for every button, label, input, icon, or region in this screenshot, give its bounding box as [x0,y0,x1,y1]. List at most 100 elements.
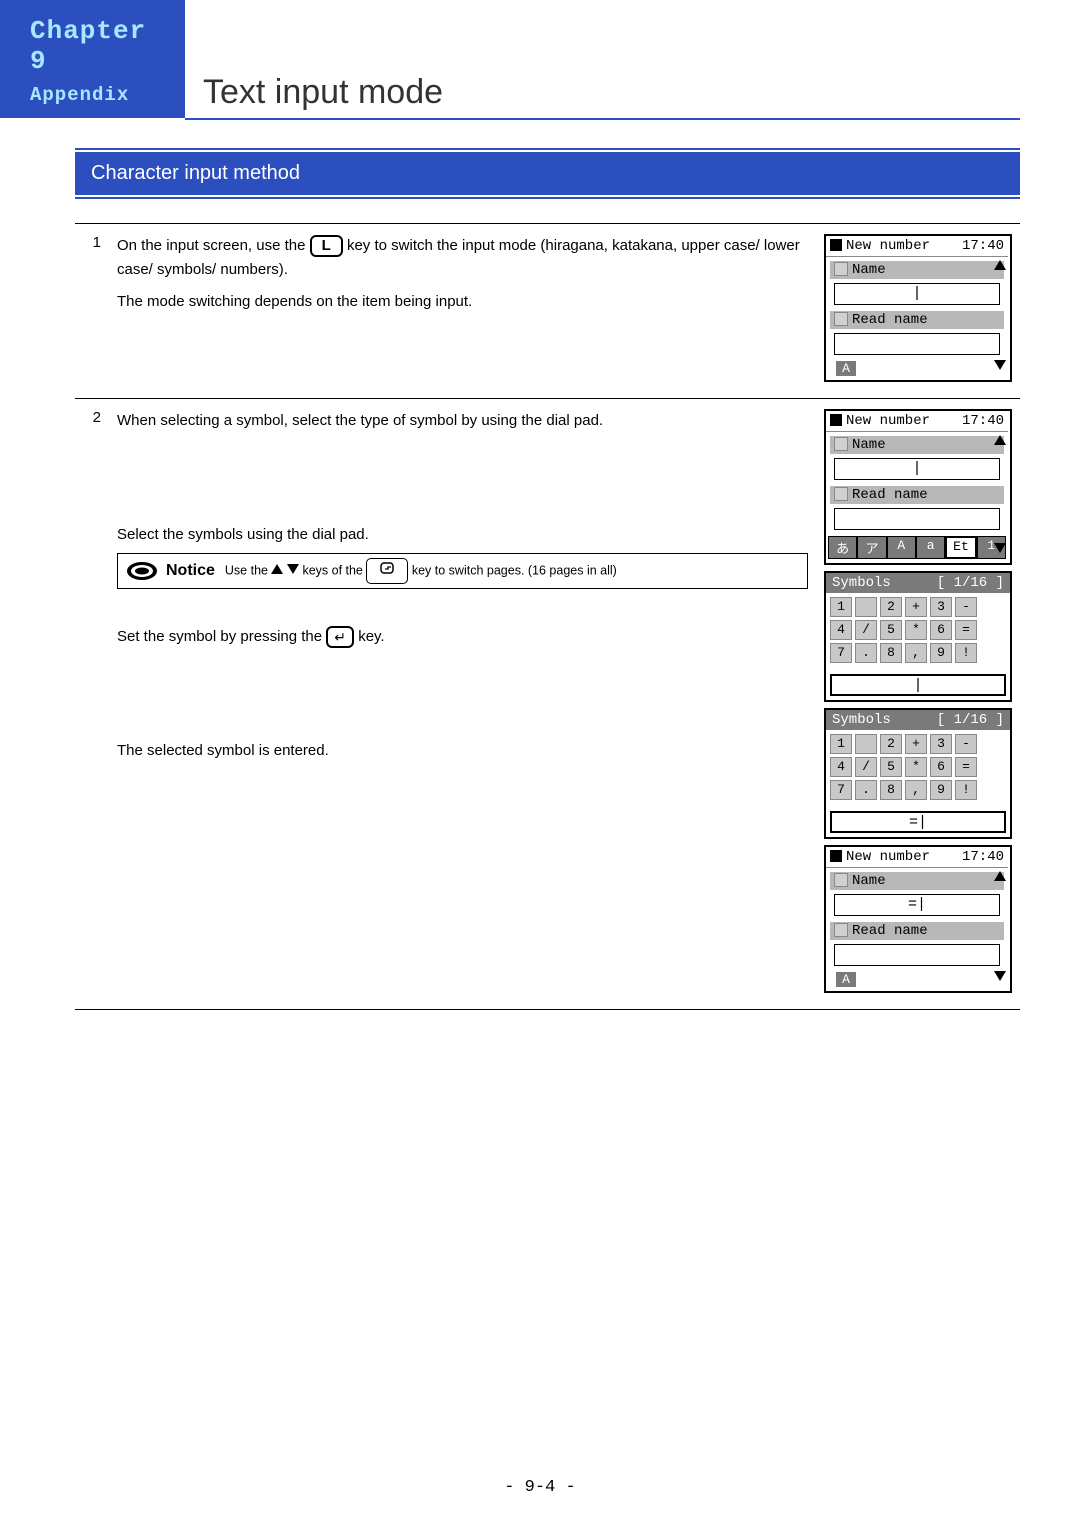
ph4-sym-page: [ 1/16 ] [937,712,1004,728]
step2-text-3b: key. [358,628,384,645]
sc: + [905,734,927,754]
mode-2: A [887,536,916,559]
notice-text-c: key to switch pages. (16 pages in all) [412,563,617,577]
sc: 6 [930,620,952,640]
sc: 5 [880,620,902,640]
ph5-read-label: Read name [852,923,928,939]
ph2-name-label: Name [852,437,886,453]
scroll-down-icon [994,971,1006,981]
ph2-name-field: | [834,458,1000,480]
step2-text-3a: Set the symbol by pressing the [117,628,326,645]
step-number-1: 1 [75,224,109,399]
sc: , [905,780,927,800]
ph1-title: New number [846,238,930,254]
sc: 1 [830,597,852,617]
page-footer: - 9-4 - [0,1478,1080,1497]
phone-screenshot-1: New number 17:40 Name | Read name [824,234,1012,382]
mode-0: あ [828,536,857,559]
ph4-input: =| [830,811,1006,833]
sc: 6 [930,757,952,777]
symbol-grid-1: 12+3- 4/5*6= 7.8,9! [826,593,1010,670]
sc: 3 [930,597,952,617]
page-title: Text input mode [185,73,1020,120]
sc: 5 [880,757,902,777]
ph1-time: 17:40 [962,238,1004,254]
sc: * [905,757,927,777]
sc: 4 [830,757,852,777]
sc: 9 [930,780,952,800]
doc-icon [834,923,848,937]
step1-text-a: On the input screen, use the [117,237,310,254]
ph3-sym-title: Symbols [832,575,891,591]
sc: 9 [930,643,952,663]
sc: - [955,734,977,754]
enter-key-icon: ↵ [326,626,354,648]
ph1-read-label: Read name [852,312,928,328]
scroll-up-icon [994,871,1006,881]
page-header: Chapter 9 Appendix Text input mode [0,0,1080,118]
sc: * [905,620,927,640]
mode-1: ア [857,536,886,559]
mode-3: a [916,536,945,559]
sc: = [955,757,977,777]
person-icon [834,873,848,887]
step1-text-2: The mode switching depends on the item b… [117,290,808,314]
ph5-title: New number [846,849,930,865]
ph5-read-field [834,944,1000,966]
ph3-sym-page: [ 1/16 ] [937,575,1004,591]
step-desc-1: On the input screen, use the L key to sw… [109,224,816,399]
person-icon [834,437,848,451]
sc: ! [955,643,977,663]
sc [855,734,877,754]
doc-icon [834,487,848,501]
sc: 8 [880,643,902,663]
sc: , [905,643,927,663]
sc: = [955,620,977,640]
ph5-mode-badge: A [836,972,856,987]
ph1-mode-badge: A [836,361,856,376]
sc: . [855,643,877,663]
down-arrow-icon [287,564,299,574]
doc-icon [834,312,848,326]
scroll-up-icon [994,435,1006,445]
symbol-grid-2: 1 2+3- 4/5*6= 7.8,9! [826,730,1010,807]
ph5-time: 17:40 [962,849,1004,865]
sc: 2 [880,734,902,754]
sc: 3 [930,734,952,754]
sc: 8 [880,780,902,800]
phone-screenshot-3: Symbols[ 1/16 ] 12+3- 4/5*6= 7.8,9! | [824,571,1012,702]
sc: 4 [830,620,852,640]
sc: 7 [830,643,852,663]
appendix-label: Appendix [30,84,173,106]
ph2-read-label: Read name [852,487,928,503]
notice-text-a: Use the [225,563,272,577]
sc: / [855,757,877,777]
ph5-name-field: =| [834,894,1000,916]
step-desc-2: When selecting a symbol, select the type… [109,399,816,1010]
mode-4: Et [945,536,976,559]
phone-screenshot-4: Symbols [ 1/16 ] 1 2+3- 4/5*6= 7.8,9! =| [824,708,1012,839]
ph2-time: 17:40 [962,413,1004,429]
step2-text-2: Select the symbols using the dial pad. [117,523,808,547]
sc [855,597,877,617]
step2-text-4: The selected symbol is entered. [117,739,808,763]
step-number-2: 2 [75,399,109,1010]
ph1-read-field [834,333,1000,355]
sc: 2 [880,597,902,617]
ph5-name-label: Name [852,873,886,889]
mode-row: あ ア A a Et 1 [828,536,1006,559]
scroll-down-icon [994,360,1006,370]
chapter-box: Chapter 9 Appendix [0,0,185,118]
notice-box: Notice Use the keys of the key to switch… [117,553,808,589]
ph4-sym-title: Symbols [832,712,891,728]
section-heading: Character input method [75,152,1020,195]
sc: ! [955,780,977,800]
chapter-label: Chapter 9 [30,16,173,76]
speaker-icon [124,559,160,583]
sc: 1 [830,734,852,754]
sc: 7 [830,780,852,800]
phone-screenshot-5: New number 17:40 Name =| Read name [824,845,1012,993]
l-key-icon: L [310,235,343,257]
ph2-read-field [834,508,1000,530]
sc: . [855,780,877,800]
